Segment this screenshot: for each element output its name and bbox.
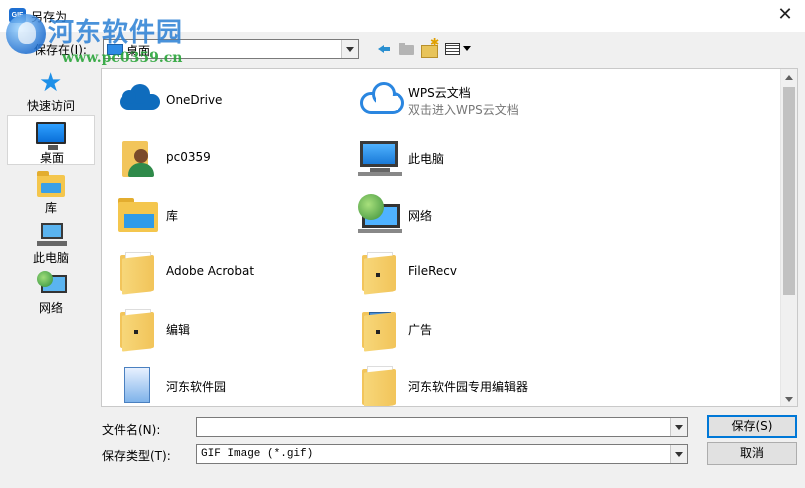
file-item-hedong-editor[interactable]: 河东软件园专用编辑器 <box>350 359 590 406</box>
new-folder-icon[interactable] <box>420 36 440 58</box>
view-grid-icon <box>445 43 460 55</box>
computer-icon <box>37 223 67 246</box>
file-item-library[interactable]: 库 <box>108 188 348 240</box>
places-bar: ★ 快速访问 桌面 库 此电脑 网络 <box>4 67 98 407</box>
scrollbar-thumb[interactable] <box>783 87 795 295</box>
library-icon <box>116 194 160 234</box>
file-name: 河东软件园 <box>166 380 227 394</box>
back-icon[interactable] <box>376 40 392 58</box>
file-name: 库 <box>166 209 179 223</box>
file-item-this-pc[interactable]: 此电脑 <box>350 131 590 183</box>
folder-icon <box>358 308 402 352</box>
user-folder-icon <box>116 137 160 177</box>
file-subtitle: 双击进入WPS云文档 <box>408 103 519 117</box>
chevron-down-icon[interactable] <box>670 445 687 463</box>
place-desktop[interactable]: 桌面 <box>7 115 95 165</box>
chevron-down-icon[interactable] <box>670 418 687 436</box>
file-item-filerecv[interactable]: FileRecv <box>350 245 590 297</box>
file-name: 河东软件园专用编辑器 <box>408 380 529 394</box>
title-bar: GIF 另存为 ✕ <box>0 0 805 32</box>
file-name: 编辑 <box>166 323 191 337</box>
file-item-pc0359[interactable]: pc0359 <box>108 131 348 183</box>
filetype-value: GIF Image (*.gif) <box>201 448 314 460</box>
view-menu-icon[interactable] <box>444 40 474 58</box>
file-name: 此电脑 <box>408 152 445 166</box>
place-this-pc[interactable]: 此电脑 <box>7 217 95 265</box>
file-name: 网络 <box>408 209 433 223</box>
file-name: Adobe Acrobat <box>166 264 255 278</box>
save-as-dialog: 保存在(I): 桌面 ★ 快速访问 桌面 库 此电脑 网络 <box>0 32 805 488</box>
desktop-icon <box>36 122 66 150</box>
vertical-scrollbar[interactable] <box>780 69 797 406</box>
star-icon: ★ <box>39 68 63 98</box>
file-item-adobe-acrobat[interactable]: Adobe Acrobat <box>108 245 348 297</box>
library-icon <box>37 171 65 197</box>
file-item-wps-cloud[interactable]: WPS云文档 双击进入WPS云文档 <box>350 74 590 126</box>
save-in-label: 保存在(I): <box>34 43 87 57</box>
scroll-up-arrow-icon[interactable] <box>781 69 797 86</box>
folder-icon <box>116 251 160 295</box>
chevron-down-icon <box>463 46 471 51</box>
filetype-dropdown[interactable]: GIF Image (*.gif) <box>196 444 688 464</box>
place-network[interactable]: 网络 <box>7 267 95 315</box>
close-button[interactable]: ✕ <box>772 4 798 26</box>
place-label: 网络 <box>38 301 63 315</box>
file-name: 广告 <box>408 323 433 337</box>
desktop-folder-icon <box>107 44 123 55</box>
file-item-ads[interactable]: 广告 <box>350 302 590 354</box>
file-name: pc0359 <box>166 150 211 164</box>
folder-icon <box>358 251 402 295</box>
file-name: OneDrive <box>166 93 223 107</box>
folder-icon <box>358 365 402 406</box>
chevron-down-icon[interactable] <box>341 40 358 58</box>
up-folder-icon[interactable] <box>398 40 416 58</box>
filename-input[interactable] <box>196 417 688 437</box>
folder-icon <box>116 365 160 405</box>
filetype-label: 保存类型(T): <box>102 449 171 463</box>
file-list[interactable]: OneDrive WPS云文档 双击进入WPS云文档 pc0359 此电脑 库 … <box>101 68 798 407</box>
folder-icon <box>116 308 160 352</box>
gif-app-icon: GIF <box>9 8 26 23</box>
place-label: 快速访问 <box>26 99 75 113</box>
save-button[interactable]: 保存(S) <box>707 415 797 438</box>
window-title: 另存为 <box>31 10 68 24</box>
network-icon <box>37 271 67 293</box>
filename-label: 文件名(N): <box>102 423 161 437</box>
save-in-value: 桌面 <box>126 44 151 58</box>
file-item-edit[interactable]: 编辑 <box>108 302 348 354</box>
place-label: 库 <box>44 201 57 215</box>
place-quick-access[interactable]: ★ 快速访问 <box>7 67 95 115</box>
file-name: WPS云文档 <box>408 86 471 100</box>
file-name: FileRecv <box>408 264 457 278</box>
computer-icon <box>358 137 402 177</box>
wps-cloud-icon <box>358 80 404 120</box>
place-library[interactable]: 库 <box>7 167 95 215</box>
file-item-hedong[interactable]: 河东软件园 <box>108 359 348 406</box>
scroll-down-arrow-icon[interactable] <box>781 391 797 406</box>
file-item-network[interactable]: 网络 <box>350 188 590 240</box>
place-label: 此电脑 <box>32 251 69 265</box>
save-in-dropdown[interactable]: 桌面 <box>103 39 359 59</box>
file-item-onedrive[interactable]: OneDrive <box>108 74 348 126</box>
place-label: 桌面 <box>39 151 64 165</box>
onedrive-icon <box>116 80 160 120</box>
network-icon <box>358 194 402 234</box>
cancel-button[interactable]: 取消 <box>707 442 797 465</box>
